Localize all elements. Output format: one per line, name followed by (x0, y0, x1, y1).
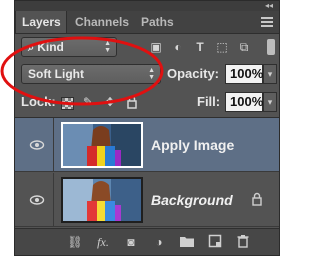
new-layer-icon[interactable] (207, 234, 223, 250)
fill-label: Fill: (197, 94, 221, 109)
panel-menu-icon[interactable] (261, 17, 273, 27)
woman-photo-thumbnail (63, 124, 141, 166)
layer-name[interactable]: Background (151, 173, 233, 227)
fill-input[interactable]: 100% (225, 92, 263, 112)
layer-divider (53, 173, 54, 226)
link-icon[interactable]: ⛓ (67, 234, 83, 250)
tab-layers[interactable]: Layers (15, 11, 67, 33)
group-folder-icon[interactable] (179, 234, 195, 250)
panel-tabs: Layers Channels Paths (15, 11, 279, 34)
layer-row-apply-image[interactable]: Apply Image (15, 118, 279, 172)
lock-icon (251, 192, 263, 206)
fill-dropdown-icon[interactable]: ▾ (263, 92, 277, 112)
fx-icon[interactable]: fx. (95, 234, 111, 250)
layer-divider (53, 118, 54, 171)
panel-titlebar: ◂◂ (15, 1, 279, 11)
eye-visibility-icon[interactable] (29, 192, 45, 208)
type-filter-icon[interactable]: T (193, 40, 207, 54)
adjustment-icon[interactable]: ◑ (151, 234, 167, 250)
mask-icon[interactable]: ◙ (123, 234, 139, 250)
layer-name[interactable]: Apply Image (151, 118, 234, 172)
opacity-label: Opacity: (167, 66, 220, 81)
layers-list: Apply Image Background (15, 117, 279, 230)
adjustment-filter-icon[interactable]: ◐ (171, 40, 185, 54)
woman-photo-thumbnail (63, 179, 141, 221)
tab-paths[interactable]: Paths (135, 11, 183, 33)
layer-thumbnail[interactable] (61, 177, 143, 223)
tab-channels[interactable]: Channels (69, 11, 135, 33)
opacity-input[interactable]: 100% (225, 64, 263, 84)
layer-row-background[interactable]: Background (15, 173, 279, 227)
collapse-icon[interactable]: ◂◂ (265, 1, 273, 11)
opacity-dropdown-icon[interactable]: ▾ (263, 64, 277, 84)
smart-object-filter-icon[interactable]: ⧉ (237, 40, 251, 54)
trash-icon[interactable] (235, 234, 251, 250)
filter-toggle[interactable] (267, 39, 275, 55)
layer-thumbnail[interactable] (61, 122, 143, 168)
shape-filter-icon[interactable]: ⬚ (215, 40, 229, 54)
annotation-circle (0, 36, 164, 106)
eye-visibility-icon[interactable] (29, 137, 45, 153)
layers-bottom-toolbar: ⛓ fx. ◙ ◑ (15, 228, 279, 255)
